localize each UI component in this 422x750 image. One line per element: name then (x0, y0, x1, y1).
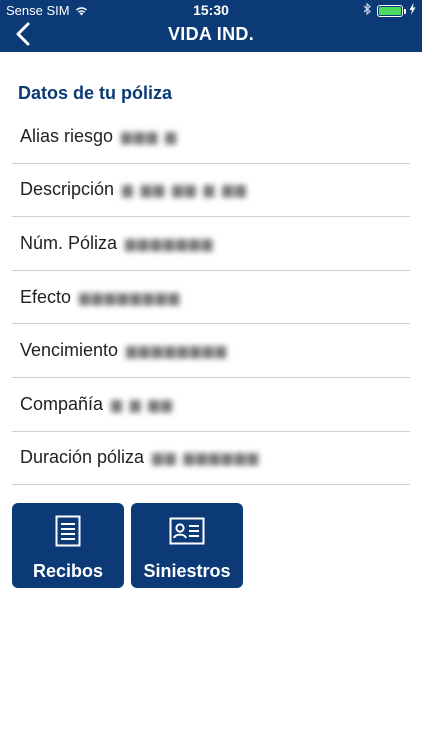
row-efecto: Efecto ▆▆▆▆▆▆▆▆ (12, 271, 410, 325)
row-label: Compañía (20, 393, 104, 414)
bluetooth-icon (363, 2, 371, 18)
row-value-redacted: ▆▆▆▆▆▆▆▆ (79, 288, 182, 305)
row-vencimiento: Vencimiento ▆▆▆▆▆▆▆▆ (12, 324, 410, 378)
row-label: Efecto (20, 286, 72, 307)
battery-icon (377, 4, 406, 17)
action-buttons: Recibos Siniestros (12, 503, 243, 588)
claims-button-label: Siniestros (143, 561, 231, 581)
row-label: Vencimiento (20, 340, 119, 361)
receipts-button-label: Recibos (32, 561, 104, 581)
row-alias-riesgo: Alias riesgo ▆▆▆ ▆ (12, 110, 410, 164)
row-num-poliza: Núm. Póliza ▆▆▆▆▆▆▆ (12, 217, 410, 271)
row-compania: Compañía ▆ ▆ ▆▆ (12, 378, 410, 432)
row-value-redacted: ▆▆▆▆▆▆▆ (125, 234, 215, 251)
document-icon (55, 515, 81, 547)
charging-bolt-icon (409, 3, 416, 18)
row-label: Duración póliza (20, 447, 145, 468)
claims-button[interactable]: Siniestros (131, 503, 243, 588)
navigation-bar: VIDA IND. (0, 20, 422, 52)
row-value-redacted: ▆▆ ▆▆▆▆▆▆ (152, 449, 261, 466)
row-value-redacted: ▆▆▆ ▆ (121, 127, 179, 144)
status-right-indicators (363, 2, 416, 18)
row-descripcion: Descripción ▆ ▆▆ ▆▆ ▆ ▆▆ (12, 164, 410, 218)
row-duracion-poliza: Duración póliza ▆▆ ▆▆▆▆▆▆ (12, 432, 410, 486)
top-bar: Sense SIM 15:30 VIDA IND. (0, 0, 422, 52)
row-value-redacted: ▆ ▆ ▆▆ (111, 395, 174, 412)
row-value-redacted: ▆▆▆▆▆▆▆▆ (126, 342, 229, 359)
status-time: 15:30 (193, 2, 229, 18)
row-label: Alias riesgo (20, 125, 114, 146)
page-title: VIDA IND. (167, 24, 255, 44)
id-card-icon (169, 515, 205, 547)
row-label: Núm. Póliza (20, 232, 118, 253)
receipts-button[interactable]: Recibos (12, 503, 124, 588)
row-value-redacted: ▆ ▆▆ ▆▆ ▆ ▆▆ (122, 181, 248, 198)
section-title: Datos de tu póliza (18, 83, 173, 103)
row-label: Descripción (20, 179, 115, 200)
battery-level-fill (379, 6, 401, 15)
status-bar: Sense SIM 15:30 (0, 0, 422, 20)
policy-details-list: Alias riesgo ▆▆▆ ▆ Descripción ▆ ▆▆ ▆▆ ▆… (12, 110, 410, 486)
